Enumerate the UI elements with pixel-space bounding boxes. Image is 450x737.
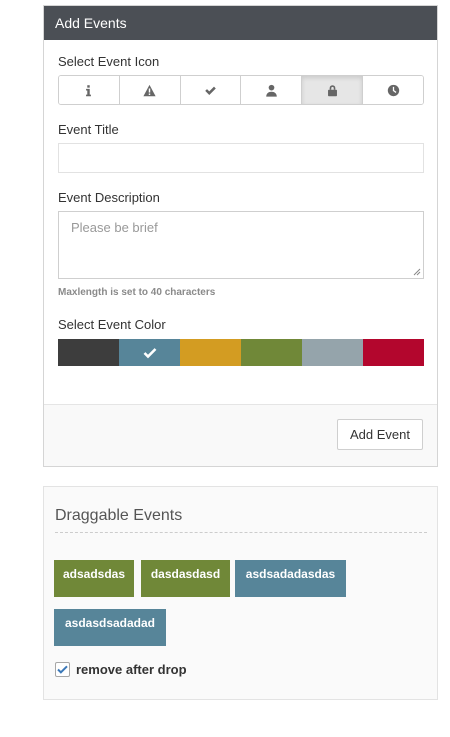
- color-swatch[interactable]: [119, 339, 180, 366]
- icon-option-user[interactable]: [241, 76, 303, 104]
- color-swatch[interactable]: [363, 339, 424, 366]
- lock-icon: [327, 84, 337, 96]
- dashed-divider: [55, 532, 427, 533]
- check-icon: [205, 86, 216, 95]
- remove-after-drop-row: remove after drop: [55, 662, 187, 677]
- add-events-panel: Add Events Select Event Icon Event Title…: [43, 5, 438, 467]
- draggable-events-panel: Draggable Events adsadsdas dasdasdasd as…: [43, 486, 438, 700]
- draggable-event-label: asdsadadasdas: [245, 567, 336, 581]
- remove-after-drop-label: remove after drop: [76, 662, 187, 677]
- event-title-label: Event Title: [58, 122, 119, 137]
- color-swatch[interactable]: [180, 339, 241, 366]
- draggable-event-chip[interactable]: adsadsdas: [54, 560, 134, 597]
- draggable-event-chip[interactable]: dasdasdasd: [141, 560, 230, 597]
- draggable-event-label: asdasdsadadad: [64, 616, 156, 630]
- add-event-button[interactable]: Add Event: [337, 419, 423, 450]
- draggable-event-label: dasdasdasd: [150, 567, 221, 581]
- user-icon: [266, 84, 277, 97]
- add-events-header: Add Events: [44, 6, 437, 40]
- resize-grip-icon[interactable]: [413, 268, 421, 276]
- event-title-input[interactable]: [58, 143, 424, 173]
- color-swatch[interactable]: [58, 339, 119, 366]
- event-icon-label: Select Event Icon: [58, 54, 160, 69]
- remove-after-drop-checkbox[interactable]: [55, 662, 70, 677]
- clock-icon: [387, 84, 399, 96]
- checkmark-icon: [57, 665, 68, 674]
- icon-option-check[interactable]: [180, 76, 242, 104]
- event-description-textarea[interactable]: Please be brief: [58, 211, 424, 279]
- add-events-footer: Add Event: [44, 404, 437, 466]
- draggable-event-label: adsadsdas: [62, 567, 126, 581]
- draggable-event-chip[interactable]: asdsadadasdas: [235, 560, 346, 597]
- icon-option-warning[interactable]: [119, 76, 181, 104]
- warning-icon: [143, 84, 156, 96]
- draggable-event-chip[interactable]: asdasdsadadad: [54, 609, 166, 646]
- event-color-label: Select Event Color: [58, 317, 166, 332]
- icon-option-clock[interactable]: [363, 76, 423, 104]
- icon-option-info[interactable]: [59, 76, 120, 104]
- color-swatch[interactable]: [241, 339, 302, 366]
- draggable-events-title: Draggable Events: [55, 507, 183, 524]
- event-description-label: Event Description: [58, 190, 160, 205]
- selected-check-icon: [143, 347, 156, 358]
- info-icon: [86, 84, 92, 96]
- color-swatch[interactable]: [302, 339, 363, 366]
- event-description-placeholder: Please be brief: [71, 220, 158, 235]
- event-color-picker: [58, 339, 424, 366]
- maxlength-hint: Maxlength is set to 40 characters: [58, 287, 216, 298]
- event-icon-selector: [58, 75, 424, 105]
- icon-option-lock[interactable]: [302, 76, 364, 104]
